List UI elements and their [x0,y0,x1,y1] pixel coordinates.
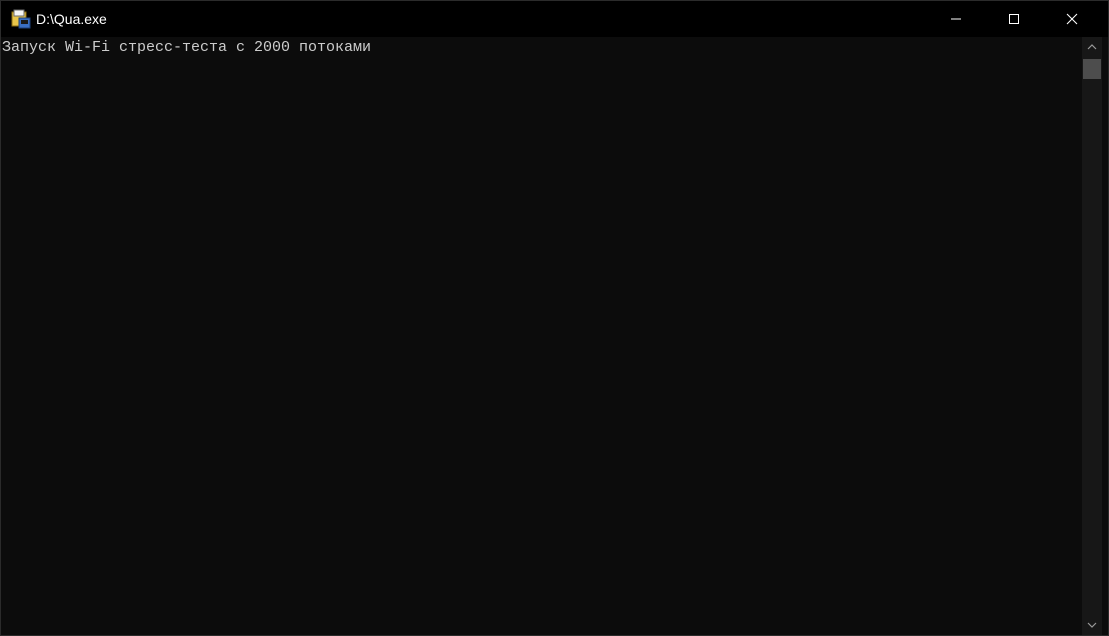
scroll-up-arrow-icon [1087,38,1097,56]
console-line: Запуск Wi-Fi стресс-теста с 2000 потокам… [2,39,372,56]
title-bar[interactable]: D:\Qua.exe [1,1,1108,37]
scroll-up-button[interactable] [1082,37,1102,57]
minimize-button[interactable] [927,1,985,37]
console-app-icon[interactable] [11,9,31,29]
minimize-icon [950,13,962,25]
scroll-down-arrow-icon [1087,616,1097,634]
window-border [1102,37,1108,635]
close-button[interactable] [1043,1,1101,37]
window-title: D:\Qua.exe [36,11,107,27]
close-icon [1066,13,1078,25]
console-window: D:\Qua.exe Запуск Wi-Fi стресс-теста с 2… [0,0,1109,636]
scroll-down-button[interactable] [1082,615,1102,635]
vertical-scrollbar[interactable] [1082,37,1102,635]
console-output-area[interactable]: Запуск Wi-Fi стресс-теста с 2000 потокам… [1,37,1081,635]
scrollbar-thumb[interactable] [1083,59,1101,79]
maximize-icon [1008,13,1020,25]
maximize-button[interactable] [985,1,1043,37]
